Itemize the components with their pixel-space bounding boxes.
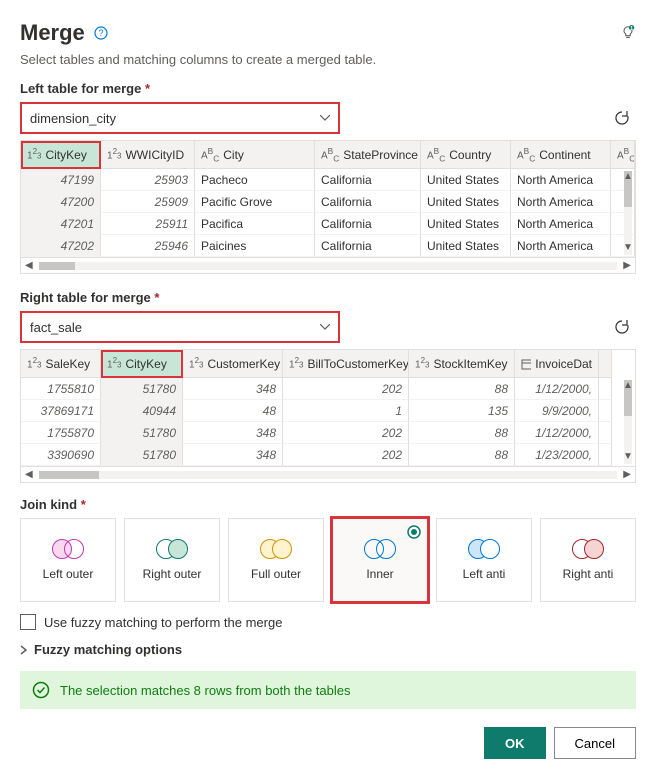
join-right-outer[interactable]: Right outer <box>124 518 220 602</box>
join-kind-label: Join kind * <box>20 497 636 512</box>
join-full-outer[interactable]: Full outer <box>228 518 324 602</box>
join-left-outer[interactable]: Left outer <box>20 518 116 602</box>
svg-text:1: 1 <box>630 26 633 32</box>
subtitle: Select tables and matching columns to cr… <box>20 52 636 67</box>
col-header[interactable]: 123SaleKey <box>21 350 101 378</box>
success-message: The selection matches 8 rows from both t… <box>20 671 636 709</box>
col-header[interactable]: 123WWICityID <box>101 141 195 169</box>
col-header[interactable]: ABCStateProvince <box>315 141 421 169</box>
lightbulb-icon[interactable]: 1 <box>620 25 636 41</box>
left-table-dropdown[interactable]: dimension_city <box>20 102 340 134</box>
chevron-down-icon <box>320 115 330 121</box>
page-title: Merge <box>20 20 85 46</box>
col-header[interactable]: 123StockItemKey <box>409 350 515 378</box>
h-scrollbar[interactable]: ◀▶ <box>21 257 635 273</box>
right-table-label: Right table for merge * <box>20 290 636 305</box>
col-header[interactable]: ABCContinent <box>511 141 611 169</box>
join-left-anti[interactable]: Left anti <box>436 518 532 602</box>
right-table-dropdown[interactable]: fact_sale <box>20 311 340 343</box>
col-header[interactable]: 123CustomerKey <box>183 350 283 378</box>
calendar-icon <box>521 358 531 370</box>
chevron-right-icon <box>20 645 28 655</box>
col-header-citykey[interactable]: 123CityKey <box>101 350 183 378</box>
refresh-right-button[interactable] <box>608 313 636 341</box>
join-right-anti[interactable]: Right anti <box>540 518 636 602</box>
radio-selected-icon <box>407 525 421 539</box>
right-table-preview: 123SaleKey 123CityKey 123CustomerKey 123… <box>20 349 636 483</box>
h-scrollbar[interactable]: ◀▶ <box>21 466 635 482</box>
chevron-down-icon <box>320 324 330 330</box>
left-table-preview: 123CityKey 123WWICityID ABCCity ABCState… <box>20 140 636 274</box>
fuzzy-checkbox[interactable] <box>20 614 36 630</box>
col-header[interactable]: ABCCountry <box>421 141 511 169</box>
refresh-left-button[interactable] <box>608 104 636 132</box>
col-header[interactable]: InvoiceDat <box>515 350 599 378</box>
fuzzy-checkbox-label: Use fuzzy matching to perform the merge <box>44 615 282 630</box>
help-icon[interactable]: ? <box>93 25 109 41</box>
svg-text:?: ? <box>98 28 103 38</box>
check-circle-icon <box>32 681 50 699</box>
ok-button[interactable]: OK <box>484 727 546 759</box>
col-header-more[interactable]: ABC <box>611 141 635 169</box>
left-table-label: Left table for merge * <box>20 81 636 96</box>
col-header-edge <box>599 350 612 378</box>
col-header[interactable]: 123BillToCustomerKey <box>283 350 409 378</box>
join-inner[interactable]: Inner <box>332 518 428 602</box>
fuzzy-options-expander[interactable]: Fuzzy matching options <box>20 642 636 657</box>
cancel-button[interactable]: Cancel <box>554 727 636 759</box>
col-header-citykey[interactable]: 123CityKey <box>21 141 101 169</box>
col-header[interactable]: ABCCity <box>195 141 315 169</box>
